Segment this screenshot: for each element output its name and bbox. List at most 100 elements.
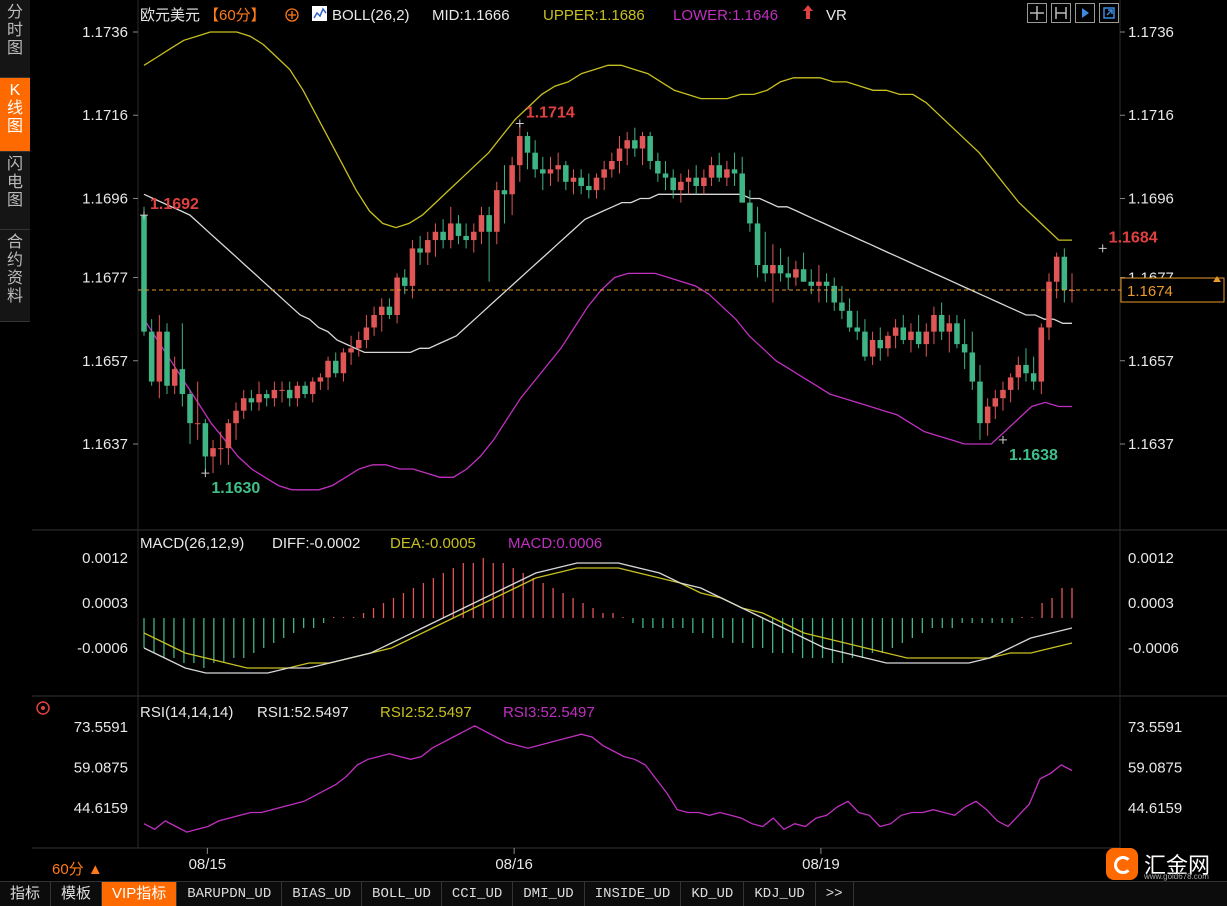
tab-vip-indicators[interactable]: VIP指标: [102, 882, 178, 906]
candle-body[interactable]: [271, 389, 278, 399]
candle-body[interactable]: [854, 327, 861, 332]
candle-body[interactable]: [486, 215, 492, 232]
tab-kdj[interactable]: KDJ_UD: [744, 882, 816, 906]
candle-body[interactable]: [862, 331, 868, 357]
candle-body[interactable]: [915, 331, 922, 345]
tab-dmi[interactable]: DMI_UD: [513, 882, 585, 906]
candle-body[interactable]: [601, 169, 607, 178]
candle-body[interactable]: [808, 281, 815, 286]
candle-body[interactable]: [724, 169, 730, 178]
candle-body[interactable]: [417, 248, 423, 253]
candle-body[interactable]: [164, 331, 170, 386]
candle-body[interactable]: [701, 177, 707, 186]
tab-barupdn[interactable]: BARUPDN_UD: [177, 882, 283, 906]
candle-body[interactable]: [823, 281, 830, 286]
candle-body[interactable]: [1053, 256, 1060, 282]
candle-body[interactable]: [869, 339, 876, 357]
candle-body[interactable]: [401, 277, 408, 286]
candle-body[interactable]: [954, 323, 960, 345]
candle-body[interactable]: [279, 389, 285, 391]
candle-body[interactable]: [708, 165, 715, 178]
candle-body[interactable]: [586, 185, 592, 191]
candle-body[interactable]: [946, 323, 953, 332]
tab-boll[interactable]: BOLL_UD: [362, 882, 442, 906]
candle-body[interactable]: [540, 169, 546, 174]
candle-body[interactable]: [233, 410, 239, 424]
candle-body[interactable]: [931, 314, 937, 332]
tab-templates[interactable]: 模板: [51, 882, 103, 906]
tab-cci[interactable]: CCI_UD: [442, 882, 514, 906]
candle-body[interactable]: [524, 136, 531, 153]
chart-canvas[interactable]: 1.1736 1.1716 1.1696 1.1677 1.1657 1.1637 1.1…: [0, 0, 1227, 905]
candle-body[interactable]: [593, 177, 600, 191]
candle-body[interactable]: [332, 360, 339, 374]
candle-body[interactable]: [371, 314, 377, 328]
candle-body[interactable]: [148, 331, 155, 382]
candle-body[interactable]: [885, 335, 891, 349]
candle-body[interactable]: [770, 265, 776, 274]
candle-body[interactable]: [1061, 256, 1068, 291]
candle-body[interactable]: [141, 215, 147, 332]
candle-body[interactable]: [1000, 389, 1006, 399]
tab-more[interactable]: >>: [816, 882, 854, 906]
candle-body[interactable]: [156, 331, 163, 382]
candle-body[interactable]: [171, 369, 178, 386]
candle-body[interactable]: [1023, 364, 1029, 374]
candle-body[interactable]: [463, 235, 469, 241]
candle-body[interactable]: [425, 240, 431, 253]
candle-body[interactable]: [938, 314, 945, 332]
candle-body[interactable]: [448, 223, 454, 241]
candle-body[interactable]: [256, 394, 262, 403]
candle-body[interactable]: [1007, 377, 1014, 390]
candle-body[interactable]: [747, 202, 753, 224]
candle-body[interactable]: [609, 161, 615, 170]
candle-body[interactable]: [547, 169, 554, 174]
candle-body[interactable]: [624, 140, 630, 149]
candle-body[interactable]: [693, 177, 699, 186]
candle-body[interactable]: [501, 190, 508, 195]
candle-body[interactable]: [471, 231, 477, 241]
candle-body[interactable]: [923, 331, 930, 345]
candle-body[interactable]: [179, 369, 186, 395]
candle-body[interactable]: [992, 398, 999, 407]
candle-body[interactable]: [225, 423, 232, 449]
candle-body[interactable]: [455, 223, 462, 236]
candle-body[interactable]: [831, 285, 838, 303]
candle-body[interactable]: [570, 177, 577, 182]
boll-chart-icon[interactable]: [312, 6, 327, 21]
tab-indicators[interactable]: 指标: [0, 882, 52, 906]
candle-body[interactable]: [655, 161, 661, 174]
candle-body[interactable]: [202, 423, 209, 457]
candle-body[interactable]: [187, 394, 193, 424]
candle-body[interactable]: [248, 398, 255, 403]
tab-kd[interactable]: KD_UD: [681, 882, 745, 906]
candle-body[interactable]: [386, 306, 393, 315]
candle-body[interactable]: [977, 381, 983, 424]
candle-body[interactable]: [317, 377, 324, 382]
candle-body[interactable]: [409, 248, 416, 286]
candle-body[interactable]: [440, 231, 446, 241]
candle-body[interactable]: [355, 339, 362, 349]
candle-body[interactable]: [900, 327, 907, 340]
candle-body[interactable]: [839, 302, 845, 311]
candle-body[interactable]: [378, 306, 385, 315]
candle-body[interactable]: [1015, 364, 1022, 378]
candle-body[interactable]: [363, 327, 370, 340]
candle-body[interactable]: [309, 381, 316, 395]
candle-body[interactable]: [263, 394, 270, 399]
candle-body[interactable]: [731, 169, 738, 174]
candle-body[interactable]: [632, 140, 638, 149]
candle-body[interactable]: [509, 165, 515, 195]
candle-body[interactable]: [785, 273, 791, 278]
candle-body[interactable]: [302, 385, 308, 395]
candle-body[interactable]: [961, 344, 968, 353]
candle-body[interactable]: [348, 348, 354, 353]
candle-body[interactable]: [240, 398, 247, 411]
candle-body[interactable]: [286, 389, 293, 399]
candle-body[interactable]: [716, 165, 722, 178]
candle-body[interactable]: [754, 223, 761, 266]
period-selector[interactable]: 60分 ▲: [52, 858, 103, 879]
candle-body[interactable]: [846, 310, 853, 328]
candle-body[interactable]: [639, 136, 646, 149]
candle-body[interactable]: [478, 215, 485, 232]
